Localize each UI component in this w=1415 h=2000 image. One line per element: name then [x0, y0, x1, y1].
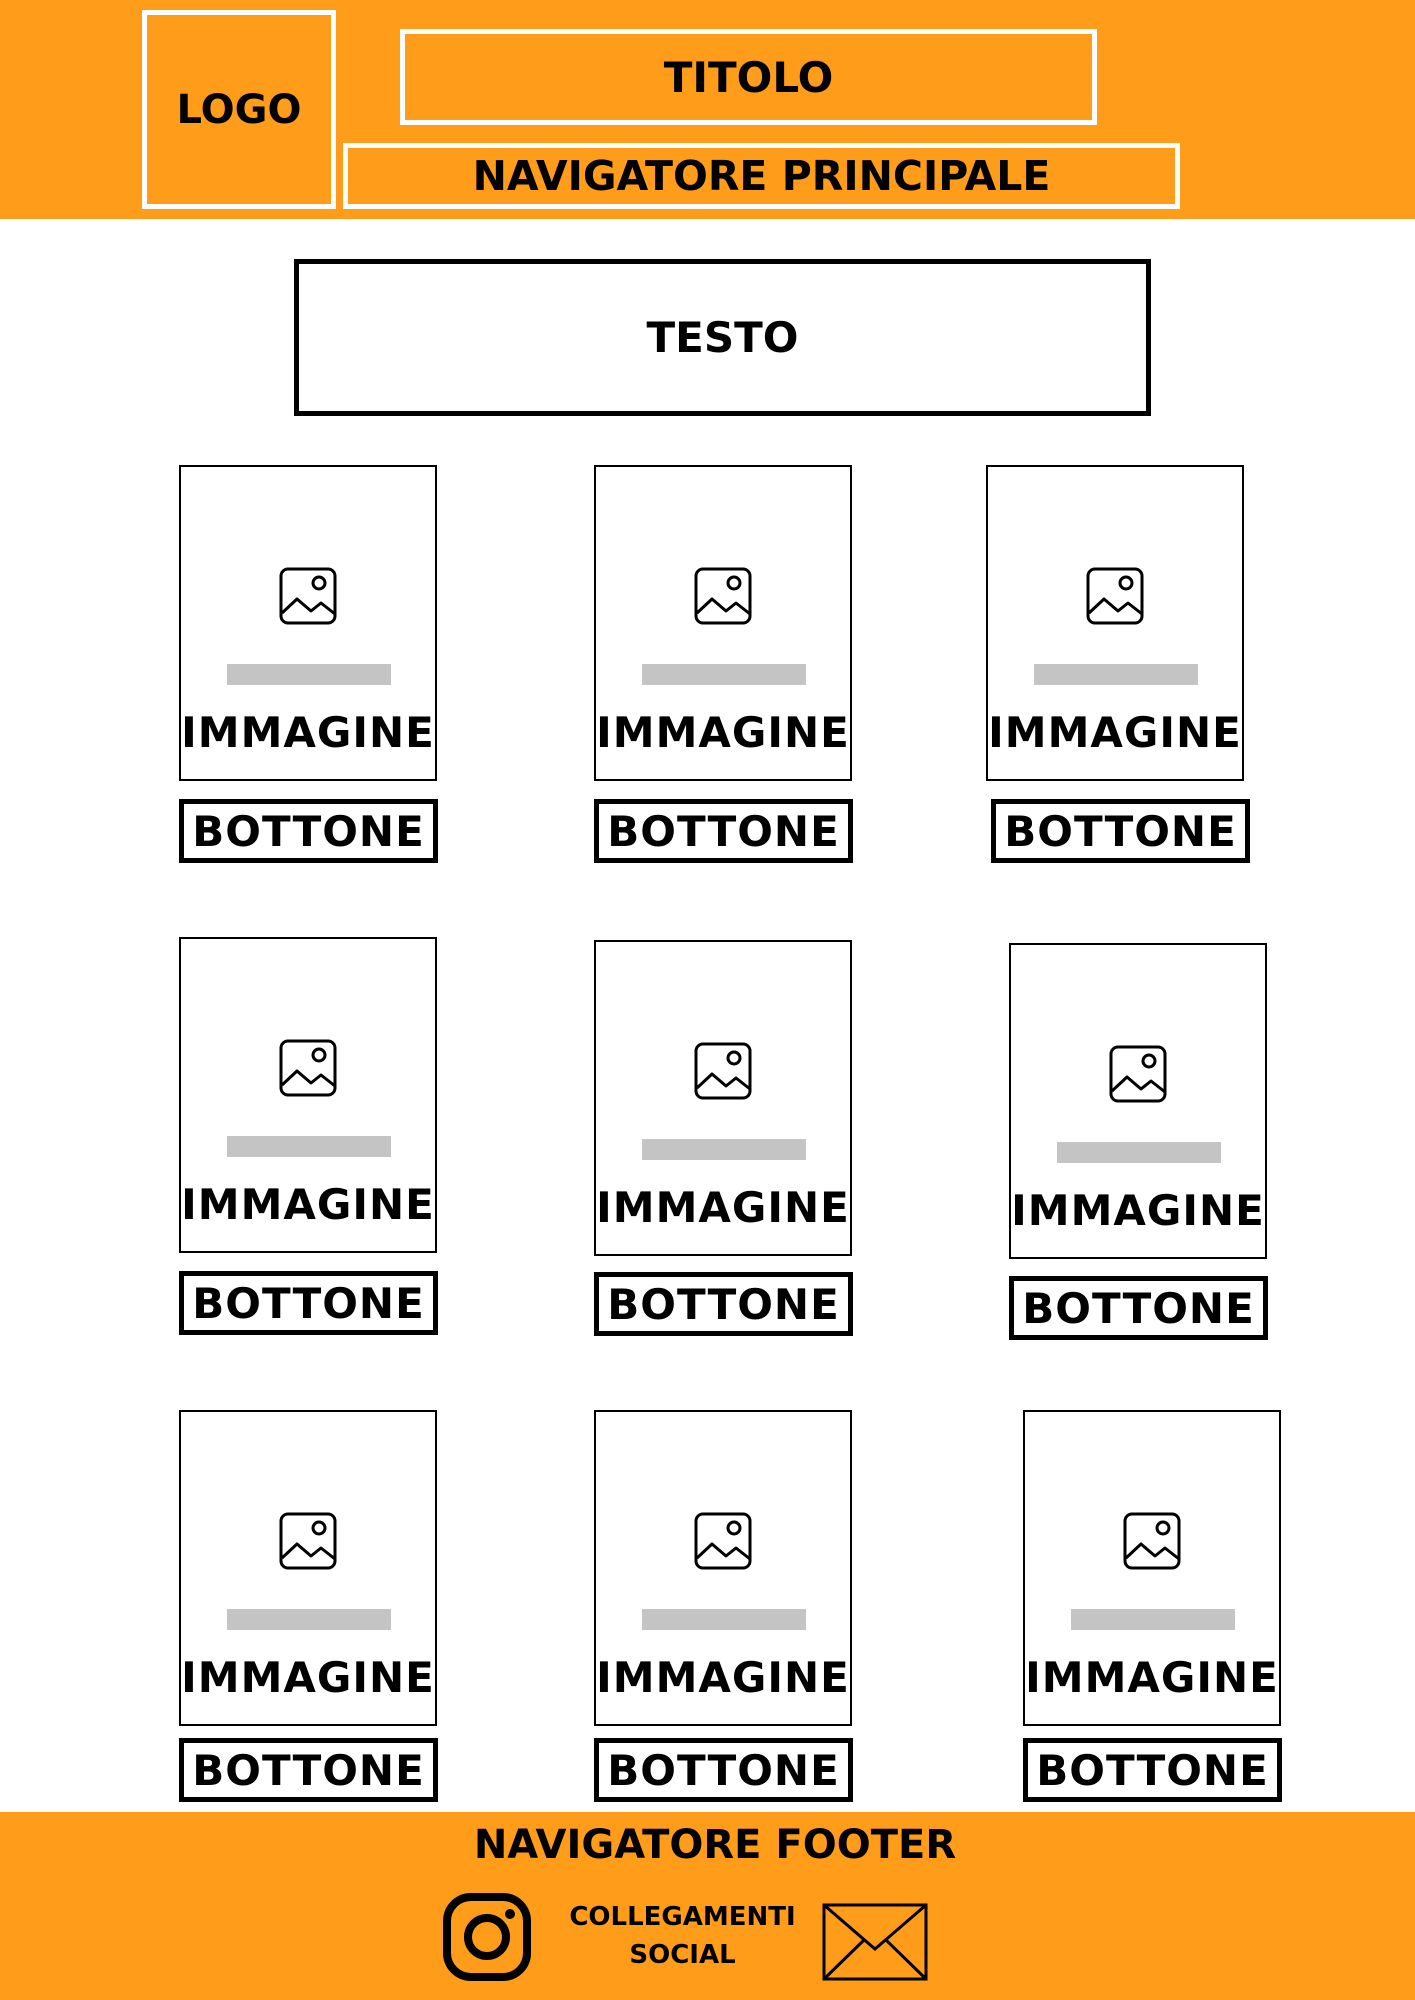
- image-card: IMMAGINE: [179, 937, 437, 1253]
- card-button[interactable]: BOTTONE: [179, 1738, 438, 1802]
- logo[interactable]: LOGO: [142, 10, 336, 209]
- card-button-label: BOTTONE: [607, 1279, 840, 1329]
- image-icon: [279, 1039, 337, 1097]
- card-button-label: BOTTONE: [607, 1745, 840, 1795]
- card-button[interactable]: BOTTONE: [594, 1738, 853, 1802]
- page-title: TITOLO: [400, 29, 1097, 125]
- card-button[interactable]: BOTTONE: [1009, 1276, 1268, 1340]
- text-block: TESTO: [294, 259, 1151, 416]
- card-button-label: BOTTONE: [1036, 1745, 1269, 1795]
- text-block-label: TESTO: [646, 313, 799, 362]
- card-button[interactable]: BOTTONE: [179, 1271, 438, 1335]
- image-caption: IMMAGINE: [596, 708, 850, 757]
- social-label-line1: COLLEGAMENTI: [569, 1902, 796, 1932]
- image-caption: IMMAGINE: [988, 708, 1242, 757]
- image-card: IMMAGINE: [594, 465, 852, 781]
- image-caption: IMMAGINE: [181, 1653, 435, 1702]
- placeholder-bar: [227, 1609, 391, 1630]
- image-caption: IMMAGINE: [596, 1653, 850, 1702]
- image-caption: IMMAGINE: [181, 708, 435, 757]
- image-caption: IMMAGINE: [596, 1183, 850, 1232]
- placeholder-bar: [1057, 1142, 1221, 1163]
- placeholder-bar: [642, 1609, 806, 1630]
- image-card: IMMAGINE: [1023, 1410, 1281, 1726]
- image-card: IMMAGINE: [594, 1410, 852, 1726]
- image-icon: [1123, 1512, 1181, 1570]
- card-button[interactable]: BOTTONE: [991, 799, 1250, 863]
- image-icon: [694, 1042, 752, 1100]
- image-icon: [694, 567, 752, 625]
- social-links-label: COLLEGAMENTI SOCIAL: [560, 1898, 805, 1974]
- card-button[interactable]: BOTTONE: [179, 799, 438, 863]
- card-button[interactable]: BOTTONE: [1023, 1738, 1282, 1802]
- image-card: IMMAGINE: [179, 1410, 437, 1726]
- instagram-icon[interactable]: [442, 1892, 532, 1982]
- image-card: IMMAGINE: [594, 940, 852, 1256]
- placeholder-bar: [642, 664, 806, 685]
- card-button-label: BOTTONE: [192, 1278, 425, 1328]
- image-icon: [694, 1512, 752, 1570]
- image-icon: [1086, 567, 1144, 625]
- card-button[interactable]: BOTTONE: [594, 799, 853, 863]
- logo-label: LOGO: [176, 86, 302, 133]
- main-navigation[interactable]: NAVIGATORE PRINCIPALE: [343, 143, 1180, 209]
- placeholder-bar: [642, 1139, 806, 1160]
- card-button[interactable]: BOTTONE: [594, 1272, 853, 1336]
- placeholder-bar: [227, 664, 391, 685]
- card-button-label: BOTTONE: [1004, 806, 1237, 856]
- image-icon: [279, 567, 337, 625]
- card-button-label: BOTTONE: [607, 806, 840, 856]
- mail-icon[interactable]: [822, 1903, 928, 1981]
- image-caption: IMMAGINE: [181, 1180, 435, 1229]
- image-caption: IMMAGINE: [1025, 1653, 1279, 1702]
- card-button-label: BOTTONE: [192, 1745, 425, 1795]
- social-label-line2: SOCIAL: [629, 1940, 736, 1970]
- image-card: IMMAGINE: [986, 465, 1244, 781]
- card-button-label: BOTTONE: [192, 806, 425, 856]
- card-button-label: BOTTONE: [1022, 1283, 1255, 1333]
- image-card: IMMAGINE: [1009, 943, 1267, 1259]
- image-card: IMMAGINE: [179, 465, 437, 781]
- footer-navigation[interactable]: NAVIGATORE FOOTER: [0, 1820, 1415, 1870]
- placeholder-bar: [1071, 1609, 1235, 1630]
- placeholder-bar: [1034, 664, 1198, 685]
- placeholder-bar: [227, 1136, 391, 1157]
- image-icon: [279, 1512, 337, 1570]
- main-navigation-label: NAVIGATORE PRINCIPALE: [472, 152, 1051, 200]
- title-label: TITOLO: [663, 52, 834, 102]
- image-icon: [1109, 1045, 1167, 1103]
- image-caption: IMMAGINE: [1011, 1186, 1265, 1235]
